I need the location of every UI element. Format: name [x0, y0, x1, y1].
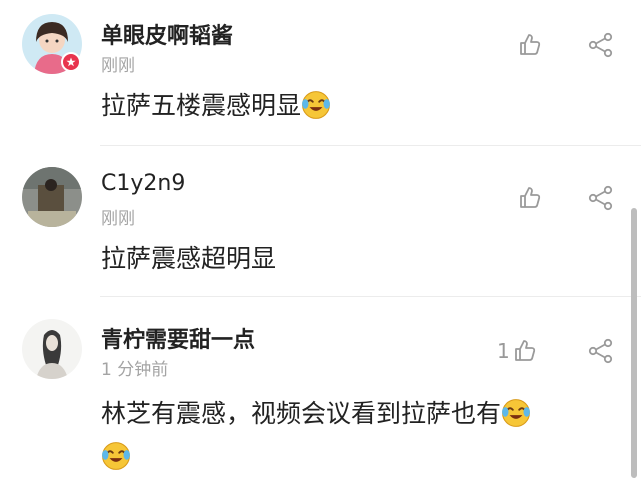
timestamp: 刚刚	[101, 56, 135, 76]
comment-item: 青柠需要甜一点 1 分钟前 林芝有震感，视频会议看到拉萨也有 1	[0, 297, 641, 483]
share-icon[interactable]	[587, 337, 615, 365]
comment-text: 拉萨五楼震感明显	[101, 86, 331, 126]
like-button[interactable]	[517, 31, 545, 59]
like-count: 1	[497, 339, 510, 363]
share-icon[interactable]	[587, 31, 615, 59]
comment-text-content: 拉萨五楼震感明显	[101, 91, 302, 120]
thumbs-up-icon	[520, 187, 541, 208]
username[interactable]: 单眼皮啊韬酱	[101, 18, 233, 50]
comment-text: 拉萨震感超明显	[101, 244, 277, 273]
avatar[interactable]	[22, 319, 82, 379]
like-button[interactable]	[517, 184, 545, 212]
comment-text-content: 林芝有震感，视频会议看到拉萨也有	[101, 399, 502, 428]
laughing-crying-emoji-icon	[501, 398, 531, 428]
laughing-crying-emoji-icon	[101, 441, 131, 471]
comment-item: 单眼皮啊韬酱 刚刚 拉萨五楼震感明显	[0, 0, 641, 145]
timestamp: 刚刚	[101, 209, 135, 229]
comment-item: C1y2n9 刚刚 拉萨震感超明显	[0, 146, 641, 296]
thumbs-up-icon	[514, 340, 535, 361]
star-badge-icon	[61, 52, 81, 72]
avatar[interactable]	[22, 167, 82, 227]
thumbs-up-icon	[520, 34, 541, 55]
username[interactable]: 青柠需要甜一点	[101, 322, 255, 354]
username[interactable]: C1y2n9	[101, 171, 185, 196]
scrollbar[interactable]	[631, 208, 637, 478]
timestamp: 1 分钟前	[101, 360, 169, 380]
comment-text: 林芝有震感，视频会议看到拉萨也有	[101, 392, 601, 478]
laughing-crying-emoji-icon	[301, 90, 331, 120]
like-button[interactable]: 1	[497, 337, 540, 365]
share-icon[interactable]	[587, 184, 615, 212]
